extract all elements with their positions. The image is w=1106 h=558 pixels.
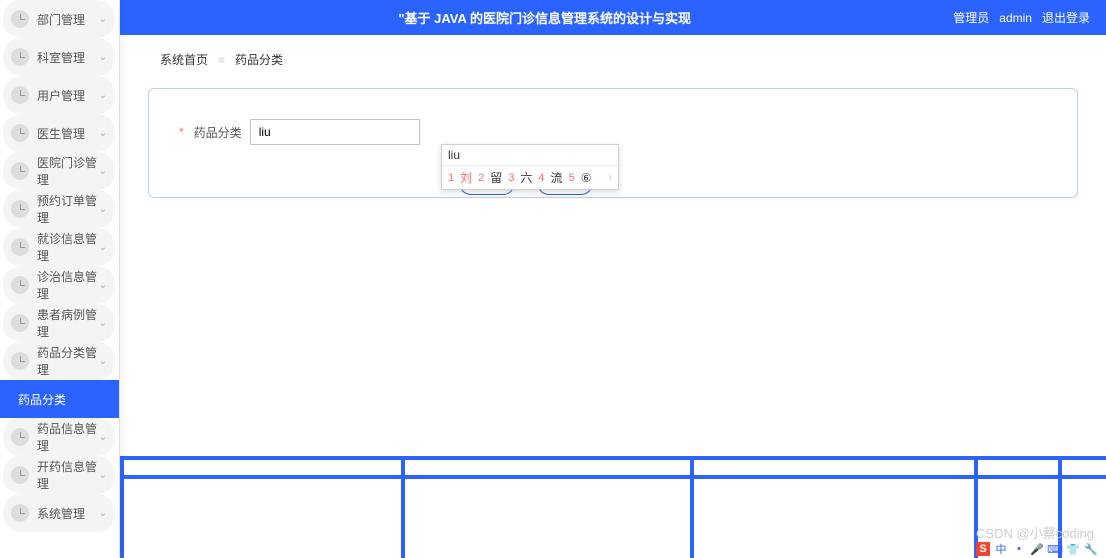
sidebar-item-user[interactable]: 用户管理⌄	[3, 76, 115, 114]
ime-candidate[interactable]: ⑥	[581, 171, 592, 185]
ime-candidate[interactable]: 刘	[460, 169, 472, 186]
chevron-down-icon: ⌄	[99, 128, 107, 139]
chevron-down-icon: ⌄	[99, 90, 107, 101]
ime-lang-icon[interactable]: 中	[994, 542, 1008, 556]
watermark: CSDN @小蔡coding	[976, 523, 1094, 542]
sidebar-item-dept[interactable]: 部门管理⌄	[3, 0, 115, 38]
ime-tool-icon[interactable]: 🔧	[1084, 542, 1098, 556]
required-mark: *	[179, 125, 184, 139]
clock-icon	[11, 10, 29, 28]
clock-icon	[11, 86, 29, 104]
chevron-down-icon: ⌄	[99, 280, 107, 291]
clock-icon	[11, 314, 29, 332]
ime-mic-icon[interactable]: 🎤	[1030, 542, 1044, 556]
sidebar-item-drug-cat[interactable]: 药品分类	[0, 380, 119, 418]
clock-icon	[11, 162, 29, 180]
clock-icon	[11, 48, 29, 66]
sidebar-item-reservation[interactable]: 预约订单管理⌄	[3, 190, 115, 228]
clock-icon	[11, 466, 29, 484]
user-role: 管理员	[953, 9, 989, 26]
form-row-category: * 药品分类 liu 1刘 2留 3六 4流 5⑥ › 提交 取消	[179, 119, 1047, 145]
breadcrumb-current: 药品分类	[235, 51, 283, 68]
sidebar-item-treatment[interactable]: 诊治信息管理⌄	[3, 266, 115, 304]
breadcrumb-home[interactable]: 系统首页	[160, 51, 208, 68]
logout-link[interactable]: 退出登录	[1042, 9, 1090, 26]
ime-next-icon[interactable]: ›	[609, 172, 612, 183]
sidebar-item-prescription[interactable]: 开药信息管理⌄	[3, 456, 115, 494]
clock-icon	[11, 200, 29, 218]
chevron-down-icon: ⌄	[99, 432, 107, 443]
sidebar-item-drug-cat-mgmt[interactable]: 药品分类管理⌄	[3, 342, 115, 380]
chevron-down-icon: ⌄	[99, 166, 107, 177]
field-label: 药品分类	[194, 124, 242, 141]
category-input[interactable]	[250, 119, 420, 145]
chevron-down-icon: ⌄	[99, 52, 107, 63]
page-title: "基于 JAVA 的医院门诊信息管理系统的设计与实现	[136, 8, 953, 27]
ime-candidate[interactable]: 流	[551, 169, 563, 186]
chevron-down-icon: ⌄	[99, 508, 107, 519]
sidebar-item-visit[interactable]: 就诊信息管理⌄	[3, 228, 115, 266]
chevron-down-icon: ⌄	[99, 470, 107, 481]
chevron-down-icon: ⌄	[99, 356, 107, 367]
clock-icon	[11, 352, 29, 370]
sidebar-item-room[interactable]: 科室管理⌄	[3, 38, 115, 76]
clock-icon	[11, 238, 29, 256]
chevron-down-icon: ⌄	[99, 14, 107, 25]
clock-icon	[11, 428, 29, 446]
ime-punct-icon[interactable]: •	[1012, 542, 1026, 556]
ime-keyboard-icon[interactable]: ⌨	[1048, 542, 1062, 556]
chevron-down-icon: ⌄	[99, 204, 107, 215]
breadcrumb: 系统首页 ≡ 药品分类	[120, 35, 1106, 78]
clock-icon	[11, 504, 29, 522]
ime-input-text: liu	[442, 145, 618, 166]
chevron-down-icon: ⌄	[99, 242, 107, 253]
ime-panel: liu 1刘 2留 3六 4流 5⑥ ›	[441, 144, 619, 190]
form-panel: * 药品分类 liu 1刘 2留 3六 4流 5⑥ › 提交 取消	[148, 88, 1078, 198]
ime-candidate[interactable]: 留	[490, 169, 502, 186]
sidebar-item-system[interactable]: 系统管理⌄	[3, 494, 115, 532]
ime-skin-icon[interactable]: 👕	[1066, 542, 1080, 556]
sidebar-item-drug-info[interactable]: 药品信息管理⌄	[3, 418, 115, 456]
content: 系统首页 ≡ 药品分类 * 药品分类 liu 1刘 2留 3六 4流 5⑥ ›	[120, 35, 1106, 558]
sogou-ime-icon[interactable]: S	[976, 542, 990, 556]
sidebar-item-patient-case[interactable]: 患者病例管理⌄	[3, 304, 115, 342]
sidebar-item-doctor[interactable]: 医生管理⌄	[3, 114, 115, 152]
ime-candidate[interactable]: 六	[520, 169, 532, 186]
user-name: admin	[999, 11, 1032, 25]
taskbar-icons: S 中 • 🎤 ⌨ 👕 🔧	[976, 542, 1098, 556]
chevron-down-icon: ⌄	[99, 318, 107, 329]
clock-icon	[11, 124, 29, 142]
breadcrumb-separator-icon: ≡	[218, 53, 225, 67]
clock-icon	[11, 276, 29, 294]
ime-candidates: 1刘 2留 3六 4流 5⑥ ›	[442, 166, 618, 189]
header: "基于 JAVA 的医院门诊信息管理系统的设计与实现 管理员 admin 退出登…	[120, 0, 1106, 35]
sidebar: 部门管理⌄ 科室管理⌄ 用户管理⌄ 医生管理⌄ 医院门诊管理⌄ 预约订单管理⌄ …	[0, 0, 120, 558]
sidebar-item-outpatient[interactable]: 医院门诊管理⌄	[3, 152, 115, 190]
